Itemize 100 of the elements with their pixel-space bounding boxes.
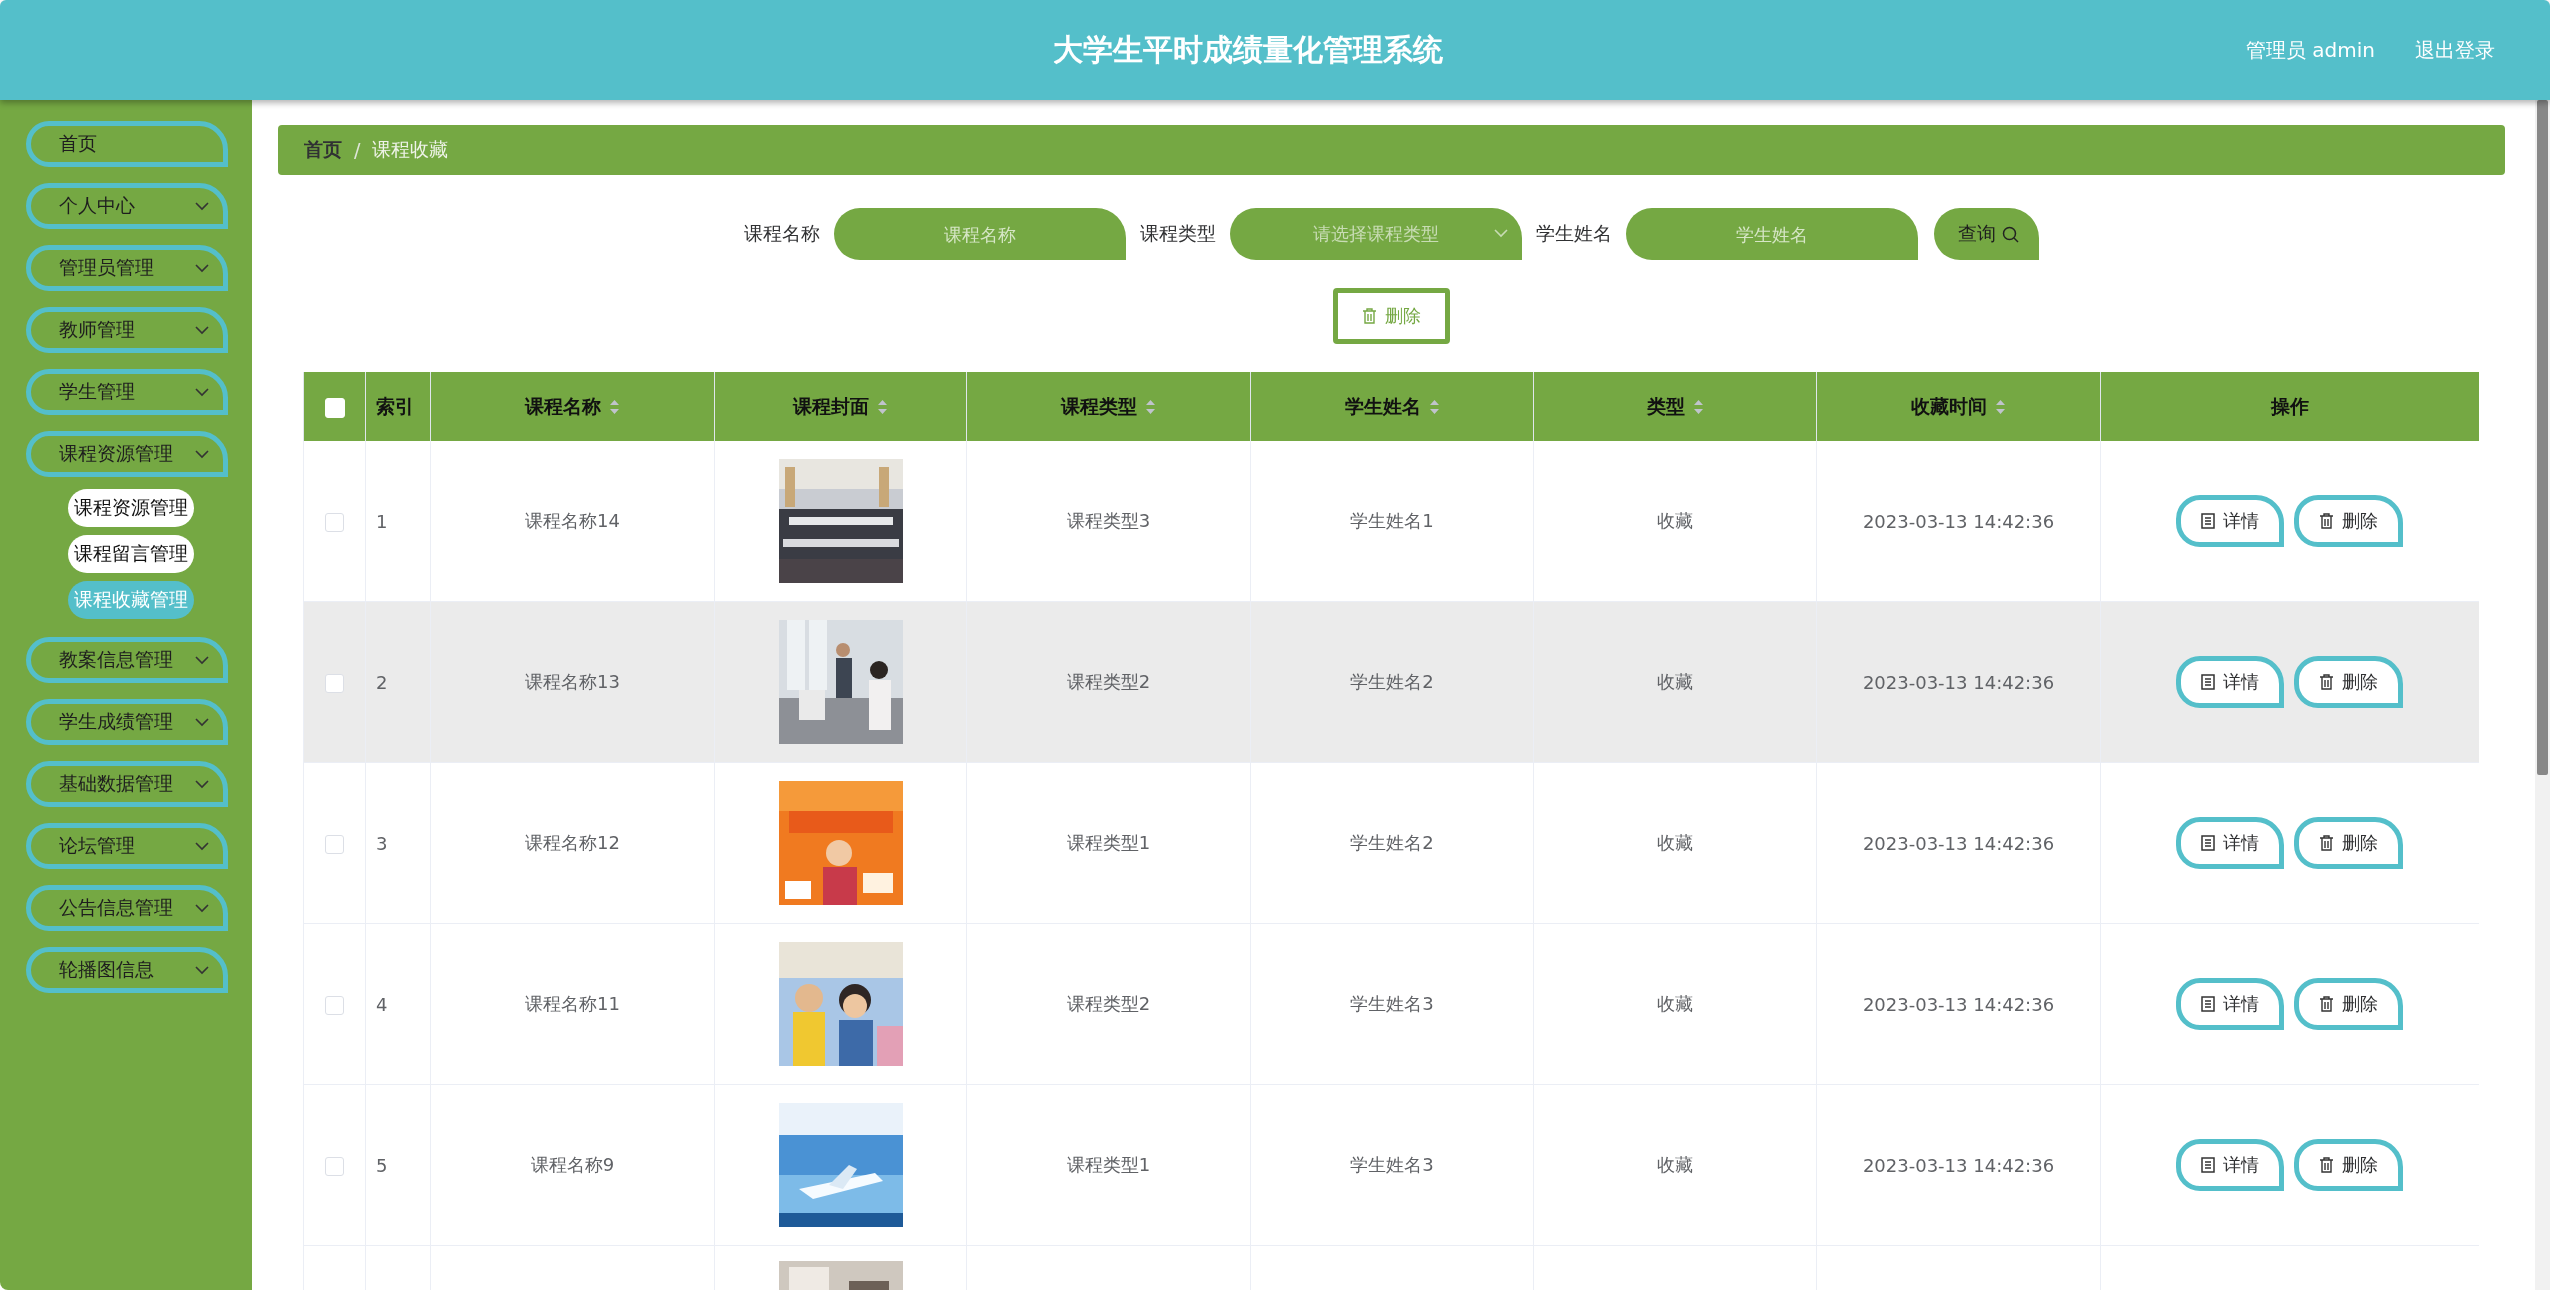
- table-cell: 4: [376, 993, 388, 1015]
- table-row[interactable]: 5 课程名称9 课程类型1 学生姓名3 收藏 2023-03-13 14:42:36 详情 删除: [303, 1084, 2479, 1246]
- chevron-icon: [195, 841, 209, 851]
- delete-button[interactable]: 删除: [2294, 817, 2404, 869]
- checkbox[interactable]: [325, 834, 344, 854]
- sidebar-item[interactable]: 学生管理: [26, 369, 228, 415]
- breadcrumb-separator: /: [354, 139, 361, 161]
- details-button[interactable]: 详情: [2176, 656, 2285, 708]
- sidebar-item[interactable]: 首页: [26, 121, 228, 167]
- sidebar-item[interactable]: 教师管理: [26, 307, 228, 353]
- column-header: 操作: [2100, 372, 2479, 441]
- search-icon: [2002, 225, 2019, 243]
- sidebar-item[interactable]: 管理员管理: [26, 245, 228, 291]
- details-button[interactable]: 详情: [2176, 495, 2285, 547]
- delete-button[interactable]: 删除: [2294, 978, 2404, 1030]
- delete-button[interactable]: 删除: [2294, 1139, 2404, 1191]
- table-cell: 3: [376, 832, 388, 854]
- table-cell: 学生姓名3: [1350, 993, 1434, 1014]
- chevron-icon: [195, 655, 209, 665]
- table-row[interactable]: 2 课程名称13 课程类型2 学生姓名2 收藏 2023-03-13 14:42:36 详情 删除: [303, 601, 2479, 763]
- table-cell: 课程类型2: [1066, 993, 1151, 1014]
- table-cell: 收藏: [1657, 510, 1693, 531]
- table-cell: 学生姓名1: [1350, 510, 1434, 531]
- column-header[interactable]: 课程类型: [966, 372, 1251, 441]
- sidebar-item[interactable]: 论坛管理: [26, 823, 228, 869]
- trash-icon: [2319, 996, 2335, 1012]
- table-cell: 学生姓名2: [1350, 832, 1434, 853]
- input-field[interactable]: 学生姓名: [1626, 208, 1918, 260]
- details-button[interactable]: 详情: [2176, 978, 2285, 1030]
- column-header[interactable]: 收藏时间: [1816, 372, 2101, 441]
- table-cell: 2023-03-13 14:42:36: [1862, 832, 2055, 854]
- table-cell: 学生姓名2: [1350, 671, 1434, 692]
- checkbox[interactable]: [325, 512, 344, 532]
- table-cell: 2023-03-13 14:42:36: [1862, 671, 2055, 693]
- table-cell: 课程名称12: [525, 832, 620, 853]
- filter-label: 学生姓名: [1536, 221, 1612, 246]
- table-cell: 课程名称11: [525, 993, 620, 1014]
- column-header[interactable]: 类型: [1533, 372, 1817, 441]
- filter-label: 课程名称: [744, 221, 820, 246]
- table-row[interactable]: 3 课程名称12 课程类型1 学生姓名2 收藏 2023-03-13 14:42:36 详情 删除: [303, 762, 2479, 924]
- column-header: 索引: [365, 372, 431, 441]
- sidebar-item[interactable]: 教案信息管理: [26, 637, 228, 683]
- table-row[interactable]: 1 课程名称14 课程类型3 学生姓名1 收藏 2023-03-13 14:42:36 详情 删除: [303, 441, 2479, 602]
- submenu-item[interactable]: 课程资源管理: [68, 489, 194, 527]
- sidebar-item[interactable]: 个人中心: [26, 183, 228, 229]
- table-cell: 收藏: [1657, 671, 1693, 692]
- filter-label: 课程类型: [1140, 221, 1216, 246]
- table-cell: 收藏: [1657, 993, 1693, 1014]
- trash-icon: [2319, 674, 2335, 690]
- sidebar-item[interactable]: 学生成绩管理: [26, 699, 228, 745]
- document-icon: [2201, 674, 2216, 690]
- scrollbar-thumb[interactable]: [2537, 100, 2548, 775]
- breadcrumb-item: 课程收藏: [372, 137, 449, 162]
- chevron-icon: [1494, 229, 1508, 238]
- breadcrumb-item[interactable]: 首页: [304, 137, 342, 163]
- checkbox[interactable]: [325, 995, 344, 1015]
- trash-icon: [2319, 1157, 2335, 1173]
- table-cell: 课程名称14: [525, 510, 620, 531]
- checkbox[interactable]: [325, 673, 344, 693]
- table-cell: 2023-03-13 14:42:36: [1862, 1154, 2055, 1176]
- table-cell: 课程名称9: [530, 1154, 615, 1175]
- sidebar-item[interactable]: 轮播图信息: [26, 947, 228, 993]
- delete-button[interactable]: 删除: [2294, 495, 2404, 547]
- details-button[interactable]: 详情: [2176, 817, 2285, 869]
- chevron-icon: [195, 325, 209, 335]
- column-header[interactable]: 课程名称: [430, 372, 715, 441]
- chevron-icon: [195, 387, 209, 397]
- document-icon: [2201, 1157, 2216, 1173]
- chevron-icon: [195, 965, 209, 975]
- sort-icon[interactable]: [609, 398, 620, 415]
- sort-icon[interactable]: [1145, 398, 1156, 415]
- table-cell: 课程类型1: [1066, 1154, 1151, 1175]
- column-header[interactable]: 课程封面: [714, 372, 967, 441]
- chevron-icon: [195, 903, 209, 913]
- table-row[interactable]: 4 课程名称11 课程类型2 学生姓名3 收藏 2023-03-13 14:42:36 详情 删除: [303, 923, 2479, 1085]
- trash-icon: [1362, 308, 1377, 324]
- sidebar-item[interactable]: 课程资源管理: [26, 431, 228, 477]
- chevron-icon: [195, 779, 209, 789]
- column-header[interactable]: 学生姓名: [1250, 372, 1534, 441]
- table-cell: 收藏: [1657, 1154, 1693, 1175]
- input-field[interactable]: 课程名称: [834, 208, 1126, 260]
- table-cell: 课程类型1: [1066, 832, 1151, 853]
- sort-icon[interactable]: [1428, 398, 1440, 415]
- delete-button[interactable]: 删除: [2294, 656, 2404, 708]
- sort-icon[interactable]: [877, 398, 888, 415]
- search-button[interactable]: 查询: [1934, 208, 2039, 260]
- table-cell: 学生姓名3: [1350, 1154, 1434, 1175]
- checkbox[interactable]: [325, 1156, 344, 1176]
- sidebar-item[interactable]: 基础数据管理: [26, 761, 228, 807]
- submenu-item[interactable]: 课程留言管理: [68, 535, 194, 573]
- chevron-icon: [195, 449, 209, 459]
- sidebar-item[interactable]: 公告信息管理: [26, 885, 228, 931]
- document-icon: [2201, 996, 2216, 1012]
- sort-icon[interactable]: [1692, 398, 1704, 415]
- table-cell: 2023-03-13 14:42:36: [1862, 510, 2055, 532]
- sort-icon[interactable]: [1995, 398, 2006, 415]
- details-button[interactable]: 详情: [2176, 1139, 2285, 1191]
- chevron-icon: [195, 717, 209, 727]
- table-cell: 收藏: [1657, 832, 1693, 853]
- table-cell: 2023-03-13 14:42:36: [1862, 993, 2055, 1015]
